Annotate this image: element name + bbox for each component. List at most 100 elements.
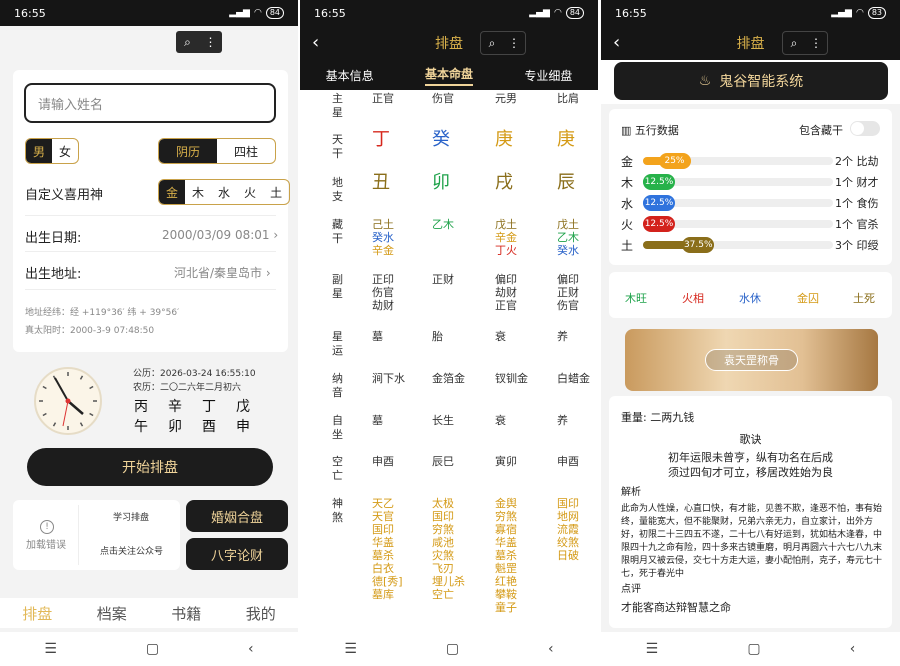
chenggu-button[interactable]: 袁天罡称骨 (705, 349, 798, 371)
start-paipan-button[interactable]: 开始排盘 (27, 448, 273, 486)
home-icon[interactable]: ▢ (146, 641, 159, 657)
toolbar-actions: ⌕ ⋮ (176, 31, 222, 53)
nav-mine[interactable]: 我的 (246, 603, 276, 624)
toolbar-actions: ⌕ ⋮ (480, 31, 526, 55)
back-arrow-icon[interactable]: ‹ (613, 32, 620, 53)
search-icon[interactable]: ⌕ (176, 31, 199, 53)
signal-icon: ▂▄▆ (831, 8, 852, 18)
tab-basic-chart[interactable]: 基本命盘 (424, 65, 473, 86)
nongli-text: 农历：二〇二六年二月初六 (133, 383, 242, 393)
cell-line: 飞刃 (432, 562, 454, 575)
status-icons: ▂▄▆ ◠ 83 (831, 7, 886, 19)
nav-archive[interactable]: 档案 (97, 603, 127, 624)
bazi-day-stem: 丁 (202, 399, 216, 415)
gender-female[interactable]: 女 (52, 139, 78, 163)
element-label: 火 (621, 218, 634, 232)
tab-pro-chart[interactable]: 专业细盘 (524, 67, 572, 84)
back-arrow-icon[interactable]: ‹ (312, 32, 319, 53)
cell-line: 戊土 (495, 218, 517, 231)
gender-toggle[interactable]: 男 女 (25, 138, 80, 164)
page-title: 排盘 (435, 36, 463, 52)
cell-line: 国印 (432, 510, 454, 523)
chart-cell: 墓 (372, 330, 383, 343)
cell-line: 灾煞 (432, 549, 454, 562)
error-icon: ! (40, 520, 54, 534)
more-icon[interactable]: ⋮ (805, 32, 827, 54)
search-icon[interactable]: ⌕ (481, 32, 503, 54)
include-canggan-label: 包含藏干 (799, 124, 843, 137)
review-text: 才能客商达辩智慧之命 (621, 601, 731, 614)
cell-line: 辰巳 (432, 455, 454, 468)
tab-basic-info[interactable]: 基本信息 (326, 67, 374, 84)
follow-link[interactable]: 点击关注公众号 (100, 544, 163, 557)
calendar-toggle[interactable]: 阴历 四柱 (158, 138, 276, 164)
menu-icon[interactable]: ☰ (646, 641, 659, 657)
nav-books[interactable]: 书籍 (171, 603, 201, 624)
chart-cell: 比肩 (557, 92, 579, 105)
learn-link[interactable]: 学习排盘 (113, 510, 149, 523)
xiyong-metal[interactable]: 金 (159, 180, 186, 204)
xiyong-water[interactable]: 水 (211, 180, 237, 204)
marriage-button[interactable]: 婚姻合盘 (186, 500, 288, 532)
back-icon[interactable]: ‹ (548, 641, 554, 657)
cell-line: 养 (557, 414, 568, 427)
chart-cell: 元男 (495, 92, 517, 105)
element-label: 木 (621, 176, 634, 190)
element-count: 1个 官杀 (835, 218, 879, 231)
home-icon[interactable]: ▢ (747, 641, 760, 657)
xiyong-earth[interactable]: 土 (263, 180, 289, 204)
chevron-right-icon: › (265, 266, 271, 280)
back-icon[interactable]: ‹ (248, 641, 254, 657)
menu-icon[interactable]: ☰ (44, 641, 57, 657)
menu-icon[interactable]: ☰ (344, 641, 357, 657)
more-icon[interactable]: ⋮ (503, 32, 525, 54)
chart-cell: 衰 (495, 414, 506, 427)
include-canggan-toggle[interactable] (850, 121, 880, 136)
cell-line: 穷煞 (432, 523, 454, 536)
row-label: 藏干 (332, 218, 343, 245)
system-nav: ☰ ▢ ‹ (0, 632, 298, 666)
cell-line: 墓 (372, 414, 383, 427)
guigu-system-banner[interactable]: ♨ 鬼谷智能系统 (614, 62, 888, 100)
search-icon[interactable]: ⌕ (783, 32, 805, 54)
status-time: 16:55 (615, 6, 647, 20)
nav-paipan[interactable]: 排盘 (22, 603, 52, 624)
panel-basic-chart: 16:55 ▂▄▆ ◠ 84 ‹ 排盘 ⌕ ⋮ 基本信息 基本命盘 专业细盘 主星 正官… (300, 0, 598, 666)
calendar-sizhu[interactable]: 四柱 (217, 139, 275, 163)
xiyong-selector[interactable]: 金 木 水 火 土 (158, 179, 291, 205)
cell-line: 国印 (372, 523, 394, 536)
wifi-icon: ◠ (855, 8, 864, 18)
cell-line: 正财 (432, 273, 454, 286)
cell-line: 流霞 (557, 523, 579, 536)
birth-date-value[interactable]: 2000/03/09 08:01 › (162, 228, 278, 242)
cell-line: 庚 (495, 129, 513, 150)
more-icon[interactable]: ⋮ (199, 31, 222, 53)
cell-line: 日破 (557, 549, 579, 562)
chart-cell: 庚 (557, 130, 575, 150)
poem-line-1: 初年运限未曾亨，纵有功名在后成 (668, 451, 833, 464)
cell-line: 元男 (495, 92, 517, 105)
row-label: 副星 (332, 273, 343, 300)
cell-line: 养 (557, 330, 568, 343)
back-icon[interactable]: ‹ (850, 641, 856, 657)
cell-line: 墓杀 (372, 549, 394, 562)
chart-cell: 卯 (432, 173, 450, 193)
cell-line: 涧下水 (372, 372, 405, 385)
name-input[interactable]: 请输入姓名 (24, 83, 276, 123)
gender-male[interactable]: 男 (26, 139, 53, 163)
system-nav: ☰ ▢ ‹ (300, 632, 598, 666)
cell-line: 绞煞 (557, 536, 579, 549)
xiyong-wood[interactable]: 木 (185, 180, 211, 204)
calendar-lunar[interactable]: 阴历 (159, 139, 217, 163)
birth-place-value[interactable]: 河北省/秦皇岛市 › (174, 264, 271, 281)
cell-line: 伤官 (557, 299, 579, 312)
bazi-top: 丙辛丁戊 (134, 396, 256, 416)
bazi-wealth-button[interactable]: 八字论财 (186, 538, 288, 570)
xiyong-fire[interactable]: 火 (237, 180, 263, 204)
row-label: 自坐 (332, 414, 343, 441)
ad-card (13, 500, 180, 570)
cell-line: 埋儿杀 (432, 575, 465, 588)
home-icon[interactable]: ▢ (446, 641, 459, 657)
cell-line: 劫财 (495, 286, 517, 299)
cell-line: 华盖 (495, 536, 517, 549)
